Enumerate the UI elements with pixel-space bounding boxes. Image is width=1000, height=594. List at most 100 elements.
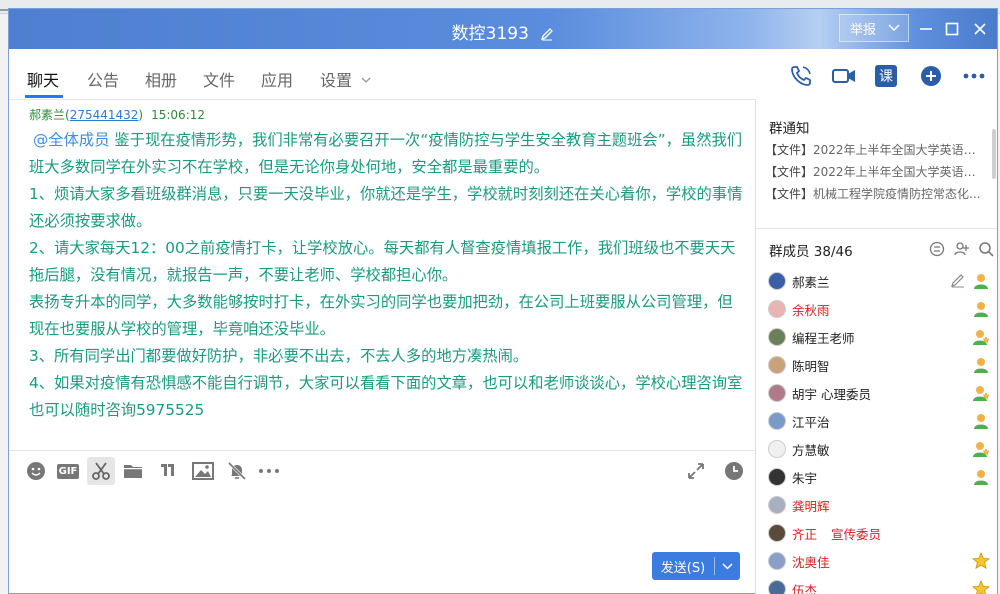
member-row[interactable]: 编程王老师: [768, 323, 990, 351]
tab-files[interactable]: 文件: [203, 67, 235, 91]
avatar[interactable]: [768, 328, 786, 346]
member-row[interactable]: 齐正 宣传委员: [768, 519, 990, 547]
member-manage-icon[interactable]: [928, 240, 946, 258]
message-paragraph: 1、烦请大家多看班级群消息，只要一天没毕业，你就还是学生，学校就时刻刻还在关心着…: [29, 185, 743, 230]
tab-apps[interactable]: 应用: [261, 67, 293, 91]
image-icon[interactable]: [189, 457, 217, 485]
add-member-icon[interactable]: [953, 240, 971, 258]
history-clock-icon[interactable]: [720, 457, 748, 485]
member-row[interactable]: 江平治: [768, 407, 990, 435]
member-row[interactable]: 胡宇 心理委员: [768, 379, 990, 407]
notice-item[interactable]: 【文件】2022年上半年全国大学英语四...: [765, 141, 983, 158]
member-row[interactable]: 郝素兰: [768, 267, 990, 295]
notice-item[interactable]: 【文件】2022年上半年全国大学英语四...: [765, 163, 983, 180]
minimize-button[interactable]: [913, 17, 939, 41]
message-input-box[interactable]: [9, 489, 755, 545]
sender-qq-link[interactable]: 275441432: [70, 108, 139, 122]
member-row[interactable]: 伍杰: [768, 575, 991, 594]
member-row[interactable]: 余秋雨: [768, 295, 990, 323]
avatar[interactable]: [768, 356, 786, 374]
video-call-icon[interactable]: [831, 63, 857, 89]
group-name: 数控3193: [451, 24, 529, 44]
member-name: 编程王老师: [792, 330, 855, 346]
member-row[interactable]: 朱宇: [768, 463, 990, 491]
folder-icon[interactable]: [119, 457, 147, 485]
admin-star-badge-icon: [972, 440, 990, 458]
member-name: 伍杰: [792, 582, 818, 594]
emoji-icon[interactable]: [22, 457, 50, 485]
notice-tag: 【文件】: [765, 187, 814, 201]
lesson-icon[interactable]: 课: [875, 65, 897, 87]
admin-badge-icon: [972, 300, 990, 318]
avatar[interactable]: [768, 440, 786, 458]
avatar[interactable]: [768, 552, 786, 570]
maximize-button[interactable]: [939, 17, 965, 41]
notice-item[interactable]: 【文件】机械工程学院疫情防控常态化...: [765, 185, 983, 202]
member-name: 郝素兰: [792, 274, 830, 290]
gif-icon[interactable]: GIF: [54, 457, 82, 485]
tab-chat[interactable]: 聊天: [27, 67, 59, 91]
active-tab-underline: [25, 95, 63, 98]
more-icon[interactable]: [961, 63, 987, 89]
report-button[interactable]: 举报: [839, 14, 909, 42]
avatar[interactable]: [768, 524, 786, 542]
admin-badge-icon: [972, 412, 990, 430]
member-row[interactable]: 龚明辉: [768, 491, 990, 519]
panel-section-divider: [756, 228, 997, 229]
avatar[interactable]: [768, 272, 786, 290]
music-icon[interactable]: [153, 457, 181, 485]
scissors-icon[interactable]: [87, 457, 115, 485]
member-name: 胡宇 心理委员: [792, 386, 871, 402]
mention-all[interactable]: @全体成员: [33, 131, 110, 149]
tab-announcement[interactable]: 公告: [87, 67, 119, 91]
send-options-chevron-icon[interactable]: [715, 562, 740, 570]
message-sender-line: 郝素兰(275441432) 15:06:12: [29, 106, 205, 123]
member-row[interactable]: 方慧敏: [768, 435, 990, 463]
star-badge-icon: [971, 551, 991, 570]
more-icon[interactable]: [255, 457, 283, 485]
tab-album[interactable]: 相册: [145, 67, 177, 91]
message-line: 鉴于现在疫情形势，我们非常有必要召开一次“疫情防控与学生安全教育主题班会”，虽然…: [29, 131, 743, 176]
add-app-icon[interactable]: [918, 63, 944, 89]
expand-icon[interactable]: [682, 457, 710, 485]
tab-settings[interactable]: 设置: [320, 67, 371, 91]
gif-label: GIF: [56, 463, 80, 479]
minimize-icon: [920, 28, 932, 30]
avatar[interactable]: [768, 384, 786, 402]
chevron-down-icon: [361, 77, 371, 83]
avatar[interactable]: [768, 496, 786, 514]
admin-star-badge-icon: [972, 384, 990, 402]
notice-tag: 【文件】: [765, 143, 814, 157]
sender-name[interactable]: 郝素兰: [29, 108, 65, 122]
member-name: 朱宇: [792, 470, 818, 486]
tab-settings-label: 设置: [320, 71, 353, 90]
search-icon[interactable]: [977, 240, 995, 258]
member-row[interactable]: 沈奥佳: [768, 547, 991, 575]
bell-off-icon[interactable]: [223, 457, 251, 485]
message-paragraph: @全体成员 鉴于现在疫情形势，我们非常有必要召开一次“疫情防控与学生安全教育主题…: [29, 127, 745, 181]
notice-scrollbar[interactable]: [992, 129, 996, 179]
admin-badge-icon: [972, 356, 990, 374]
chat-message-area[interactable]: 郝素兰(275441432) 15:06:12 @全体成员 鉴于现在疫情形势，我们…: [9, 99, 755, 449]
admin-star-badge-icon: [972, 328, 990, 346]
edit-name-icon[interactable]: [540, 26, 554, 46]
admin-badge-icon: [972, 468, 990, 486]
phone-icon[interactable]: [788, 63, 814, 89]
avatar[interactable]: [768, 412, 786, 430]
member-name: 江平治: [792, 414, 830, 430]
maximize-icon: [945, 22, 959, 36]
avatar[interactable]: [768, 580, 786, 594]
tab-bar: 聊天 公告 相册 文件 应用 设置 课: [9, 49, 997, 99]
avatar[interactable]: [768, 300, 786, 318]
notice-tag: 【文件】: [765, 165, 814, 179]
members-title: 群成员 38/46: [769, 244, 853, 260]
member-name: 龚明辉: [792, 498, 830, 514]
member-row[interactable]: 陈明智: [768, 351, 990, 379]
send-button[interactable]: 发送(S): [652, 552, 740, 580]
notice-title: 群通知: [769, 121, 810, 137]
member-name: 方慧敏: [792, 442, 830, 458]
close-button[interactable]: [967, 17, 993, 41]
edit-card-icon[interactable]: [950, 272, 966, 288]
title-bar[interactable]: 数控3193 举报: [9, 9, 997, 49]
avatar[interactable]: [768, 468, 786, 486]
